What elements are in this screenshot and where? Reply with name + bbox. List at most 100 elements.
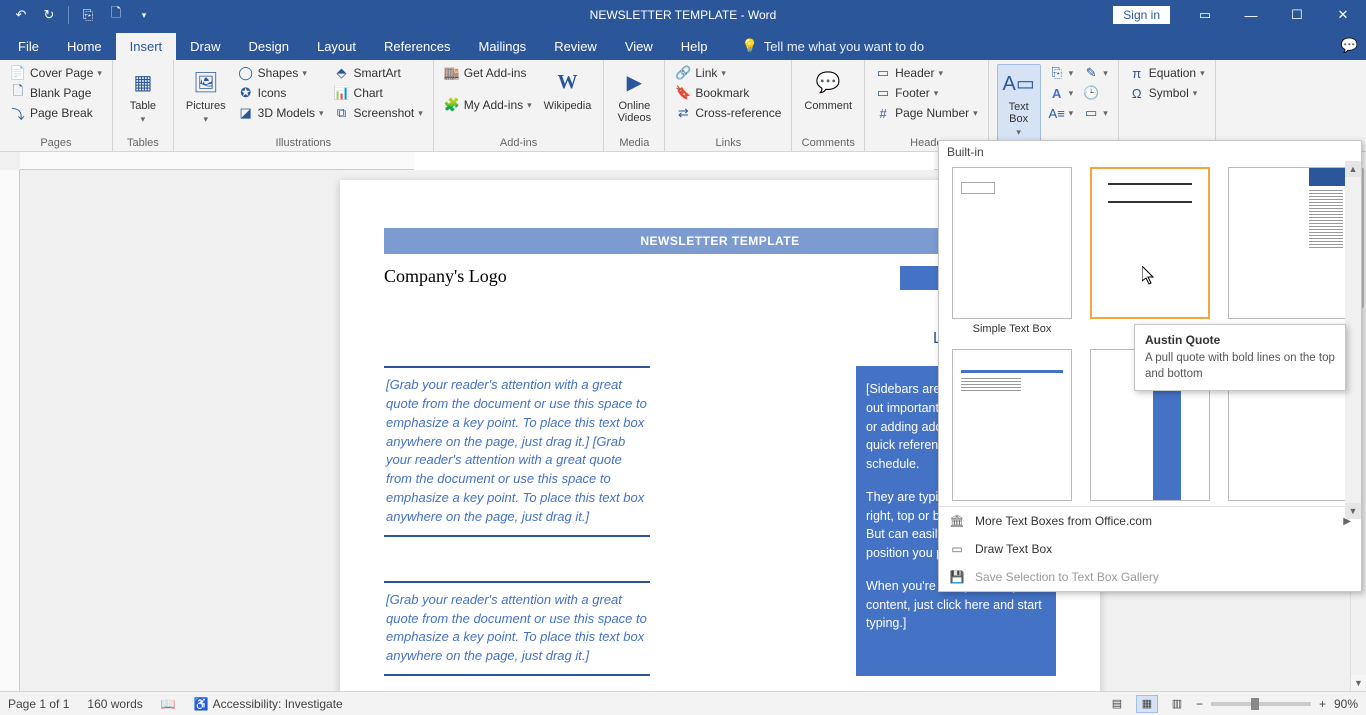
tab-references[interactable]: References: [370, 33, 464, 60]
gallery-scroll-down-icon[interactable]: ▼: [1345, 503, 1361, 519]
maximize-button[interactable]: ☐: [1274, 0, 1320, 30]
spellcheck-button[interactable]: 📖: [161, 697, 176, 711]
zoom-slider[interactable]: [1211, 702, 1311, 706]
group-media: ▶Online Videos Media: [604, 60, 665, 151]
tell-me-label: Tell me what you want to do: [764, 39, 924, 54]
tooltip-body: A pull quote with bold lines on the top …: [1145, 351, 1335, 382]
header-button[interactable]: ▭Header: [873, 64, 980, 82]
close-button[interactable]: ✕: [1320, 0, 1366, 30]
redo-button[interactable]: ↻: [36, 2, 62, 28]
gallery-item-austin-sidebar[interactable]: [1223, 167, 1353, 343]
tab-draw[interactable]: Draw: [176, 33, 234, 60]
dropcap-button[interactable]: A≡: [1047, 104, 1076, 122]
group-text: A▭Text Box ⎘ A A≡ ✎ 🕒 ▭: [989, 60, 1118, 151]
zoom-in-button[interactable]: +: [1319, 697, 1326, 711]
table-button[interactable]: ▦Table: [121, 64, 165, 135]
tab-design[interactable]: Design: [235, 33, 303, 60]
share-button[interactable]: 💬: [1341, 37, 1358, 54]
tab-mailings[interactable]: Mailings: [465, 33, 541, 60]
gallery-label-4: Banded Sidebar: [1111, 505, 1190, 506]
cover-page-button[interactable]: 📄Cover Page: [8, 64, 104, 82]
blank-page-button[interactable]: 🗋Blank Page: [8, 84, 104, 102]
sign-in-button[interactable]: Sign in: [1113, 6, 1170, 24]
group-pages: 📄Cover Page 🗋Blank Page ⤵Page Break Page…: [0, 60, 113, 151]
models-label: 3D Models: [258, 106, 315, 120]
screenshot-button[interactable]: ⧉Screenshot: [332, 104, 425, 122]
shapes-button[interactable]: ◯Shapes: [236, 64, 326, 82]
gallery-label-0: Simple Text Box: [973, 323, 1052, 335]
quote-box-2[interactable]: [Grab your reader's attention with a gre…: [384, 581, 650, 676]
tab-layout[interactable]: Layout: [303, 33, 370, 60]
page-status[interactable]: Page 1 of 1: [8, 697, 69, 711]
equation-button[interactable]: πEquation: [1127, 64, 1207, 82]
smartart-button[interactable]: ⬘SmartArt: [332, 64, 425, 82]
page-number-button[interactable]: #Page Number: [873, 104, 980, 122]
new-doc-button[interactable]: 🗋: [103, 2, 129, 28]
my-addins-button[interactable]: 🧩My Add-ins: [442, 96, 534, 114]
gallery-item-simple-text-box[interactable]: Simple Text Box: [947, 167, 1077, 343]
status-bar: Page 1 of 1 160 words 📖 ♿Accessibility: …: [0, 691, 1366, 715]
tab-home[interactable]: Home: [53, 33, 116, 60]
page-break-icon: ⤵: [10, 105, 26, 121]
vertical-ruler[interactable]: [0, 170, 20, 691]
undo-button[interactable]: ↶: [8, 2, 34, 28]
gallery-item-banded-quote[interactable]: Banded Quote: [947, 349, 1077, 506]
zoom-level[interactable]: 90%: [1334, 697, 1358, 711]
read-mode-button[interactable]: ▤: [1106, 695, 1128, 713]
quickparts-button[interactable]: ⎘: [1047, 64, 1076, 82]
save-selection-menu: 💾 Save Selection to Text Box Gallery: [939, 563, 1361, 591]
link-button[interactable]: 🔗Link: [673, 64, 783, 82]
online-videos-button[interactable]: ▶Online Videos: [612, 64, 656, 135]
tell-me-search[interactable]: 💡 Tell me what you want to do: [742, 38, 925, 60]
footer-button[interactable]: ▭Footer: [873, 84, 980, 102]
datetime-button[interactable]: 🕒: [1081, 84, 1110, 102]
tab-help[interactable]: Help: [667, 33, 722, 60]
more-textboxes-menu[interactable]: 🏛 More Text Boxes from Office.com ▶: [939, 507, 1361, 535]
quote-box-1[interactable]: [Grab your reader's attention with a gre…: [384, 366, 650, 537]
tab-insert[interactable]: Insert: [116, 33, 177, 60]
accessibility-status[interactable]: ♿Accessibility: Investigate: [194, 697, 343, 711]
gallery-item-austin-quote[interactable]: Austi: [1085, 167, 1215, 343]
tab-view[interactable]: View: [611, 33, 667, 60]
draw-textbox-menu[interactable]: ▭ Draw Text Box: [939, 535, 1361, 563]
ribbon-display-button[interactable]: ▭: [1182, 0, 1228, 30]
comment-label: Comment: [804, 100, 852, 112]
symbol-button[interactable]: ΩSymbol: [1127, 84, 1207, 102]
company-logo-text[interactable]: Company's Logo: [384, 266, 507, 290]
gallery-scroll-up-icon[interactable]: ▲: [1345, 161, 1361, 177]
datetime-icon: 🕒: [1083, 85, 1099, 101]
cross-ref-button[interactable]: ⇄Cross-reference: [673, 104, 783, 122]
icons-button[interactable]: ✪Icons: [236, 84, 326, 102]
print-layout-button[interactable]: ▦: [1136, 695, 1158, 713]
save-icon: 💾: [949, 569, 965, 585]
3d-models-button[interactable]: ◪3D Models: [236, 104, 326, 122]
gallery-scrollbar[interactable]: ▲ ▼: [1345, 161, 1361, 519]
word-count[interactable]: 160 words: [87, 697, 142, 711]
tab-file[interactable]: File: [4, 33, 53, 60]
tab-review[interactable]: Review: [540, 33, 611, 60]
gallery-header: Built-in: [939, 141, 1361, 163]
get-addins-button[interactable]: 🏬Get Add-ins: [442, 64, 534, 82]
qat-customize-button[interactable]: ▾: [131, 2, 157, 28]
object-icon: ▭: [1083, 105, 1099, 121]
scroll-down-icon[interactable]: ▼: [1351, 675, 1366, 691]
signature-button[interactable]: ✎: [1081, 64, 1110, 82]
page-break-button[interactable]: ⤵Page Break: [8, 104, 104, 122]
pictures-button[interactable]: 🖼Pictures: [182, 64, 230, 135]
pagenum-icon: #: [875, 105, 891, 121]
wikipedia-button[interactable]: WWikipedia: [540, 64, 596, 135]
minimize-button[interactable]: —: [1228, 0, 1274, 30]
chart-button[interactable]: 📊Chart: [332, 84, 425, 102]
web-layout-button[interactable]: ▥: [1166, 695, 1188, 713]
shapes-icon: ◯: [238, 65, 254, 81]
zoom-out-button[interactable]: −: [1196, 697, 1203, 711]
wordart-button[interactable]: A: [1047, 84, 1076, 102]
bookmark-button[interactable]: 🔖Bookmark: [673, 84, 783, 102]
object-button[interactable]: ▭: [1081, 104, 1110, 122]
touch-mode-button[interactable]: ⎘: [75, 2, 101, 28]
text-box-button[interactable]: A▭Text Box: [997, 64, 1041, 149]
smartart-icon: ⬘: [334, 65, 350, 81]
zoom-thumb[interactable]: [1251, 698, 1259, 710]
comment-button[interactable]: 💬Comment: [800, 64, 856, 135]
footer-icon: ▭: [875, 85, 891, 101]
